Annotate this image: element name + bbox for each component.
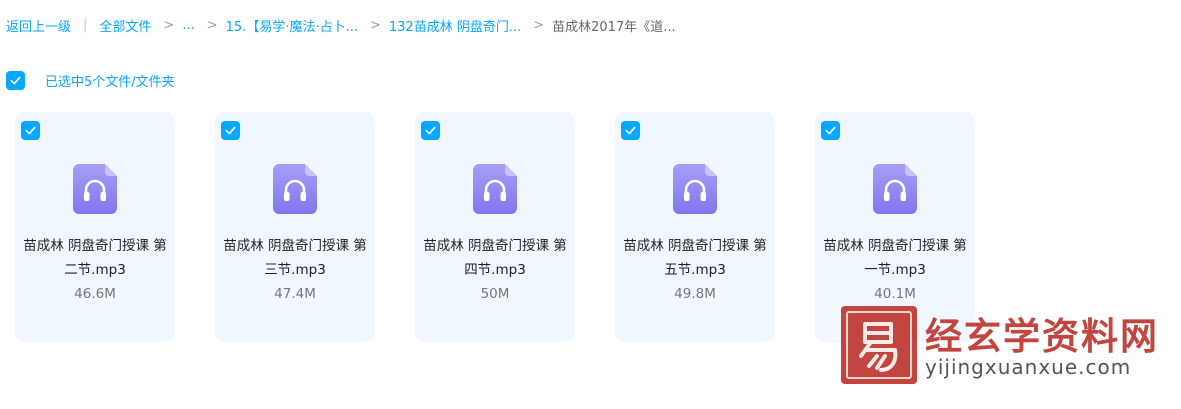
file-size: 47.4M: [274, 286, 316, 302]
file-name: 苗成林 阴盘奇门授课 第五节.mp3: [623, 238, 767, 278]
audio-file-icon: [473, 164, 517, 214]
file-checkbox[interactable]: [621, 121, 640, 140]
file-name: 苗成林 阴盘奇门授课 第二节.mp3: [23, 238, 167, 278]
check-icon: [625, 126, 636, 135]
file-grid: 苗成林 阴盘奇门授课 第二节.mp3 46.6M 苗成林 阴盘奇门授课 第三节.…: [15, 112, 975, 342]
breadcrumb-item-folder-132[interactable]: 132苗成林 阴盘奇门...: [389, 16, 521, 35]
file-size: 40.1M: [874, 286, 916, 302]
watermark-url: yijingxuanxue.com: [925, 355, 1132, 379]
check-icon: [825, 126, 836, 135]
chevron-right-icon: >: [369, 17, 381, 33]
breadcrumb-item-ellipsis[interactable]: ...: [182, 18, 194, 33]
file-size: 46.6M: [74, 286, 116, 302]
seal-glyph-icon: [859, 322, 898, 372]
audio-file-icon: [873, 164, 917, 214]
file-name: 苗成林 阴盘奇门授课 第三节.mp3: [223, 238, 367, 278]
file-card[interactable]: 苗成林 阴盘奇门授课 第四节.mp3 50M: [415, 112, 575, 342]
check-icon: [225, 126, 236, 135]
chevron-right-icon: >: [163, 17, 175, 33]
file-checkbox[interactable]: [421, 121, 440, 140]
selection-count-text: 已选中5个文件/文件夹: [45, 75, 175, 90]
file-size: 49.8M: [674, 286, 716, 302]
check-icon: [425, 126, 436, 135]
select-all-checkbox[interactable]: [6, 71, 25, 90]
breadcrumb: 返回上一级 | 全部文件 > ... > 15.【易学·魔法·占卜... > 1…: [6, 14, 676, 36]
breadcrumb-item-folder-15[interactable]: 15.【易学·魔法·占卜...: [226, 16, 358, 35]
back-link[interactable]: 返回上一级: [6, 16, 71, 35]
file-checkbox[interactable]: [821, 121, 840, 140]
file-name: 苗成林 阴盘奇门授课 第一节.mp3: [823, 238, 967, 278]
breadcrumb-divider: |: [83, 17, 88, 33]
audio-file-icon: [73, 164, 117, 214]
file-name: 苗成林 阴盘奇门授课 第四节.mp3: [423, 238, 567, 278]
check-icon: [25, 126, 36, 135]
audio-file-icon: [273, 164, 317, 214]
check-icon: [10, 76, 21, 85]
chevron-right-icon: >: [533, 17, 545, 33]
selection-bar: 已选中5个文件/文件夹: [6, 71, 175, 90]
watermark-seal-logo: [841, 306, 917, 384]
file-card[interactable]: 苗成林 阴盘奇门授课 第三节.mp3 47.4M: [215, 112, 375, 342]
breadcrumb-current: 苗成林2017年《道...: [552, 19, 676, 35]
file-size: 50M: [480, 286, 510, 302]
file-checkbox[interactable]: [21, 121, 40, 140]
file-checkbox[interactable]: [221, 121, 240, 140]
watermark-title: 经玄学资料网: [925, 315, 1159, 358]
watermark: 经玄学资料网 yijingxuanxue.com: [840, 306, 1181, 386]
chevron-right-icon: >: [206, 17, 218, 33]
file-card[interactable]: 苗成林 阴盘奇门授课 第二节.mp3 46.6M: [15, 112, 175, 342]
breadcrumb-root[interactable]: 全部文件: [99, 16, 151, 35]
file-card[interactable]: 苗成林 阴盘奇门授课 第五节.mp3 49.8M: [615, 112, 775, 342]
audio-file-icon: [673, 164, 717, 214]
